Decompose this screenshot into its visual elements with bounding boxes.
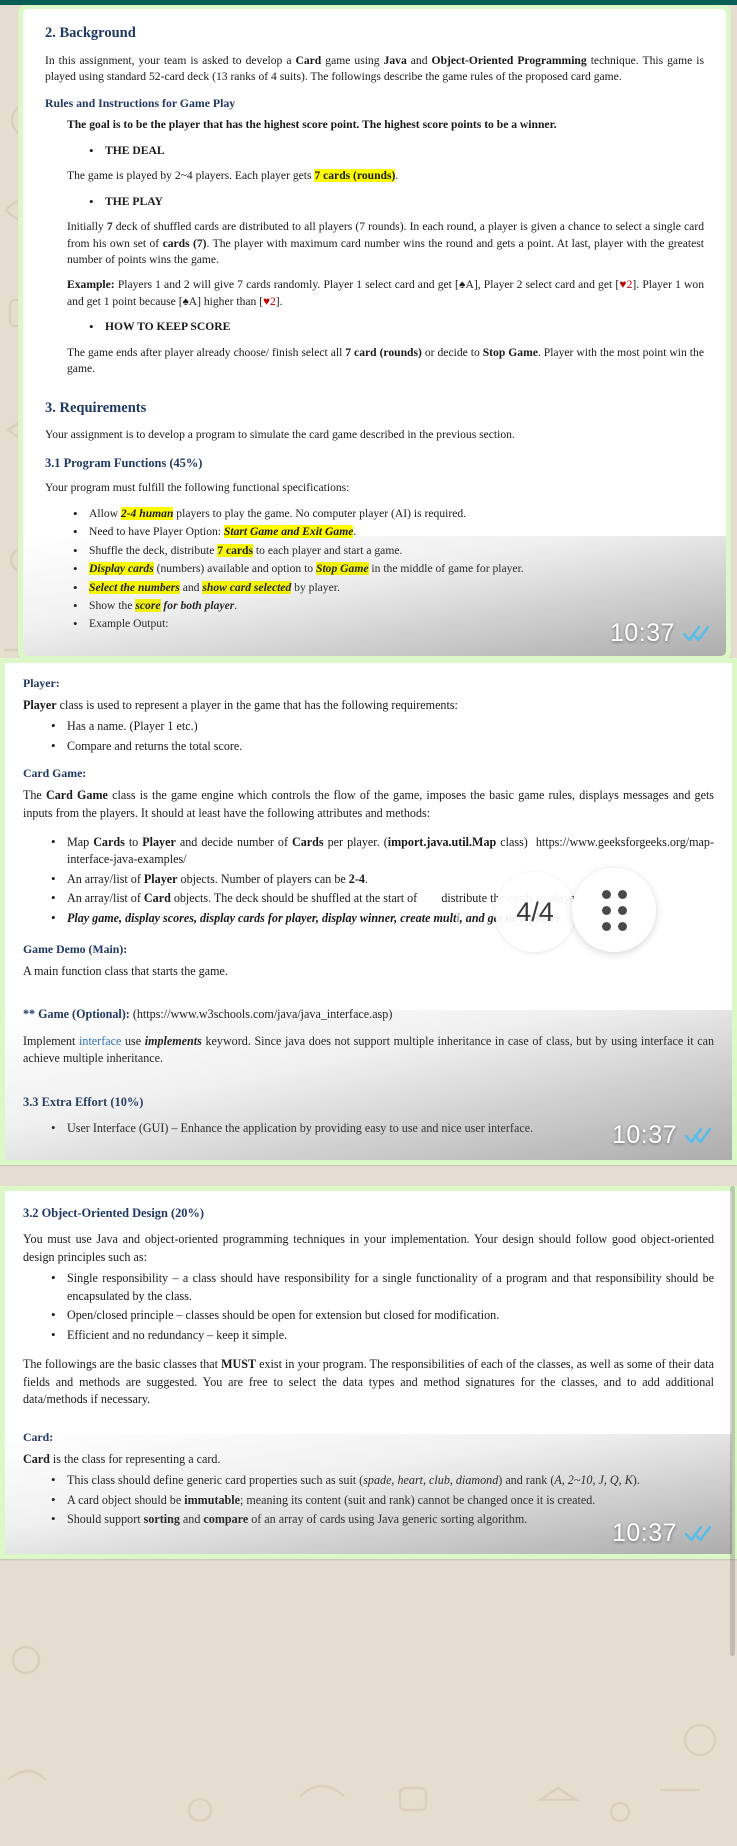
whatsapp-chat-screen: 2. Background In this assignment, your t…	[0, 0, 737, 1846]
doc-paragraph-example: Example: Players 1 and 2 will give 7 car…	[67, 278, 704, 308]
read-receipt-double-check-icon	[682, 626, 710, 642]
apps-grid-icon	[601, 889, 627, 931]
doc-bullet-the-play: THE PLAY	[85, 193, 704, 212]
doc-paragraph-score: The game ends after player already choos…	[67, 345, 704, 376]
doc-paragraph-player: Player class is used to represent a play…	[23, 697, 458, 712]
doc-paragraph-play: Initially 7 deck of shuffled cards are d…	[67, 220, 704, 266]
message-bubble[interactable]: 2. Background In this assignment, your t…	[18, 4, 731, 661]
doc-paragraph-followings: The followings are the basic classes tha…	[23, 1357, 714, 1407]
doc-heading-requirements: 3. Requirements	[45, 399, 147, 416]
list-item: Single responsibility – a class should h…	[47, 1269, 714, 1305]
list-item: A card object should be immutable; meani…	[47, 1491, 714, 1510]
list-item: Compare and returns the total score.	[47, 737, 714, 756]
doc-heading-background: 2. Background	[45, 25, 136, 41]
doc-program-function-bullets: Allow 2-4 human players to play the game…	[69, 505, 704, 635]
doc-paragraph-ood: You must use Java and object-oriented pr…	[23, 1231, 714, 1264]
list-item: Efficient and no redundancy – keep it si…	[47, 1326, 714, 1345]
doc-paragraph-requirements: Your assignment is to develop a program …	[45, 428, 515, 442]
doc-heading-card: Card:	[23, 1429, 54, 1444]
read-receipt-double-check-icon	[684, 1526, 712, 1542]
doc-paragraph-gamedemo: A main function class that starts the ga…	[23, 964, 228, 979]
doc-paragraph-goal: The goal is to be the player that has th…	[67, 118, 557, 132]
list-item: THE DEAL	[85, 142, 704, 161]
message-timestamp: 10:37	[609, 618, 675, 647]
message-meta: 10:37	[612, 1519, 712, 1548]
doc-heading-optional: ** Game (Optional): (https://www.w3schoo…	[23, 1007, 393, 1022]
list-item: Shuffle the deck, distribute 7 cards to …	[69, 542, 704, 561]
doc-paragraph-cardgame: The Card Game class is the game engine w…	[23, 788, 715, 820]
list-item: Need to have Player Option: Start Game a…	[69, 523, 704, 542]
doc-heading-program-functions: 3.1 Program Functions (45%)	[45, 455, 203, 470]
list-item: THE PLAY	[85, 193, 704, 212]
status-bar-accent	[0, 0, 737, 5]
read-receipt-double-check-icon	[684, 1128, 712, 1144]
list-item: Open/closed principle – classes should b…	[47, 1306, 714, 1325]
doc-ood-bullets: Single responsibility – a class should h…	[47, 1269, 714, 1345]
doc-paragraph-optional: Implement interface use implements keywo…	[23, 1033, 714, 1066]
message-timestamp: 10:37	[611, 1120, 677, 1149]
message-bubble[interactable]: 3.2 Object-Oriented Design (20%) You mus…	[0, 1186, 737, 1559]
message-meta: 10:37	[612, 1121, 712, 1150]
doc-paragraph-card: Card is the class for representing a car…	[23, 1451, 221, 1466]
document-page-image[interactable]: 2. Background In this assignment, your t…	[23, 9, 726, 656]
apps-grid-fab-button[interactable]	[572, 868, 656, 952]
doc-heading-cardgame: Card Game:	[23, 766, 87, 781]
doc-bullet-the-deal: THE DEAL	[85, 142, 704, 161]
doc-paragraph-background: In this assignment, your team is asked t…	[45, 53, 704, 84]
page-indicator: 4/4	[495, 872, 575, 952]
doc-heading-rules: Rules and Instructions for Game Play	[45, 96, 236, 111]
doc-paragraph-deal: The game is played by 2~4 players. Each …	[67, 169, 399, 183]
list-item: HOW TO KEEP SCORE	[85, 318, 704, 337]
doc-player-bullets: Has a name. (Player 1 etc.) Compare and …	[47, 717, 714, 756]
list-item: Map Cards to Player and decide number of…	[47, 833, 714, 869]
list-item: Example Output:	[69, 615, 704, 634]
list-item: Allow 2-4 human players to play the game…	[69, 505, 704, 524]
doc-heading-player: Player:	[23, 676, 60, 690]
list-item: Has a name. (Player 1 etc.)	[47, 717, 714, 736]
doc-bullet-keep-score: HOW TO KEEP SCORE	[85, 318, 704, 337]
list-item: Show the score for both player.	[69, 597, 704, 616]
scrollbar-handle[interactable]	[730, 1186, 735, 1656]
list-item: Select the numbers and show card selecte…	[69, 579, 704, 598]
list-item: This class should define generic card pr…	[47, 1471, 714, 1490]
document-page-image[interactable]: 3.2 Object-Oriented Design (20%) You mus…	[5, 1191, 732, 1554]
doc-heading-ood: 3.2 Object-Oriented Design (20%)	[23, 1206, 205, 1220]
list-item: Display cards (numbers) available and op…	[69, 560, 704, 579]
message-meta: 10:37	[610, 619, 710, 648]
doc-paragraph-program-functions: Your program must fulfill the following …	[45, 481, 350, 495]
doc-heading-extra-effort: 3.3 Extra Effort (10%)	[23, 1094, 144, 1109]
message-timestamp: 10:37	[611, 1518, 677, 1547]
